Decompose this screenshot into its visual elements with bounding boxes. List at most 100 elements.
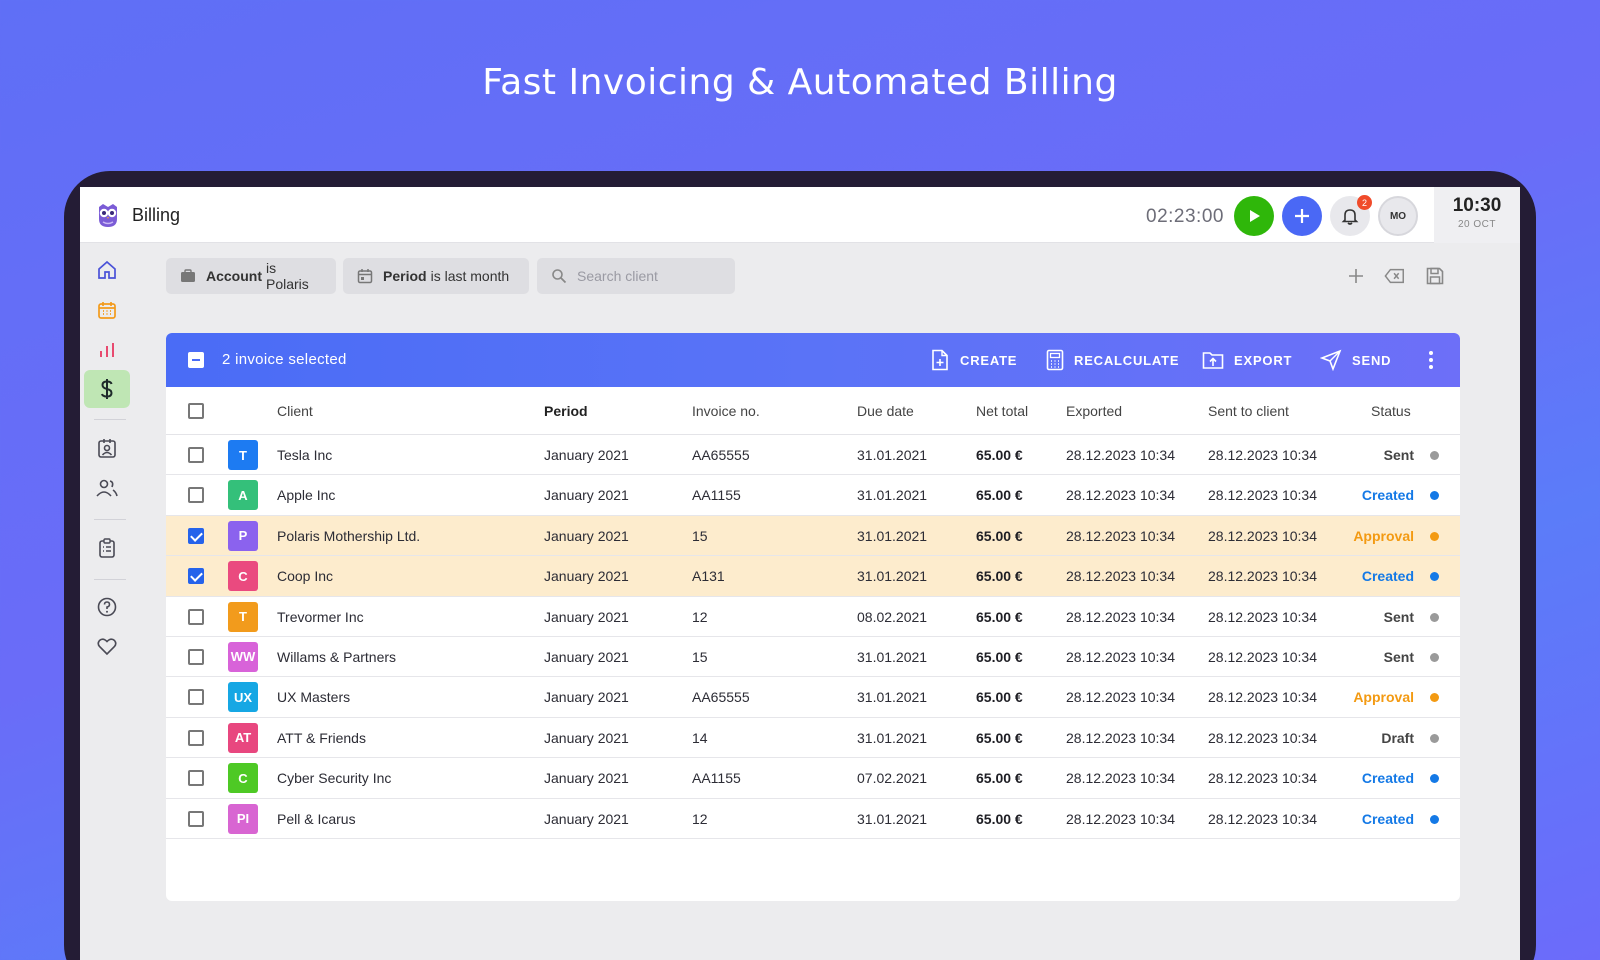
sidebar-item-contacts[interactable] bbox=[84, 429, 130, 467]
status-dot bbox=[1430, 774, 1439, 784]
table-row[interactable]: UX UX Masters January 2021 AA65555 31.01… bbox=[166, 677, 1460, 718]
exported-cell: 28.12.2023 10:34 bbox=[1066, 810, 1175, 827]
row-checkbox[interactable] bbox=[188, 810, 204, 827]
save-filter-button[interactable] bbox=[1424, 265, 1446, 287]
period-filter-chip[interactable]: Period is last month bbox=[343, 258, 529, 294]
more-actions-icon[interactable] bbox=[1426, 349, 1436, 371]
table-row[interactable]: C Coop Inc January 2021 A131 31.01.2021 … bbox=[166, 556, 1460, 597]
row-checkbox[interactable] bbox=[188, 770, 204, 787]
table-row[interactable]: PI Pell & Icarus January 2021 12 31.01.2… bbox=[166, 798, 1460, 839]
table-row[interactable]: AT ATT & Friends January 2021 14 31.01.2… bbox=[166, 717, 1460, 759]
row-checkbox[interactable] bbox=[188, 648, 204, 665]
row-checkbox[interactable] bbox=[188, 729, 204, 746]
client-name[interactable]: Apple Inc bbox=[277, 487, 335, 503]
client-name[interactable]: Coop Inc bbox=[277, 568, 333, 584]
status-label: Approval bbox=[1353, 527, 1414, 544]
clock-time: 10:30 bbox=[1452, 195, 1502, 216]
search-client-field[interactable]: Search client bbox=[537, 258, 735, 294]
clear-filters-button[interactable] bbox=[1384, 265, 1406, 287]
client-name[interactable]: Polaris Mothership Ltd. bbox=[277, 528, 420, 544]
status-label: Created bbox=[1361, 770, 1414, 787]
sent-to-client-cell: 28.12.2023 10:34 bbox=[1208, 447, 1317, 463]
sidebar-item-calendar[interactable] bbox=[84, 291, 130, 329]
table-row[interactable]: A Apple Inc January 2021 AA1155 31.01.20… bbox=[166, 475, 1460, 516]
column-header-period[interactable]: Period bbox=[544, 403, 588, 419]
table-row[interactable]: T Tesla Inc January 2021 AA65555 31.01.2… bbox=[166, 435, 1460, 476]
export-label: EXPORT bbox=[1234, 352, 1293, 368]
create-button[interactable]: CREATE bbox=[930, 349, 1017, 371]
due-date-cell: 31.01.2021 bbox=[857, 487, 928, 504]
sidebar-item-tasks[interactable] bbox=[84, 529, 130, 567]
table-header: Client Period Invoice no. Due date Net t… bbox=[166, 387, 1460, 435]
clock-widget: 10:30 20 OCT bbox=[1434, 187, 1520, 243]
status-label: Created bbox=[1361, 810, 1414, 827]
marketing-headline: Fast Invoicing & Automated Billing bbox=[482, 62, 1118, 103]
period-cell: January 2021 bbox=[544, 568, 629, 585]
row-checkbox[interactable] bbox=[188, 527, 204, 544]
send-icon bbox=[1320, 349, 1342, 371]
search-input[interactable]: Search client bbox=[577, 268, 658, 284]
client-name[interactable]: Cyber Security Inc bbox=[277, 770, 391, 786]
client-name[interactable]: ATT & Friends bbox=[277, 730, 366, 746]
client-avatar: WW bbox=[228, 641, 258, 672]
account-filter-label: Account bbox=[206, 268, 262, 284]
client-name[interactable]: Tesla Inc bbox=[277, 447, 332, 463]
save-icon bbox=[1426, 267, 1444, 285]
page-title: Billing bbox=[132, 205, 181, 225]
sidebar-item-users[interactable] bbox=[84, 469, 130, 507]
sidebar-item-billing[interactable] bbox=[84, 370, 130, 408]
row-checkbox[interactable] bbox=[188, 487, 204, 504]
column-header-exported[interactable]: Exported bbox=[1066, 403, 1122, 419]
column-header-sent-to-client[interactable]: Sent to client bbox=[1208, 403, 1289, 419]
sidebar-item-help[interactable] bbox=[84, 588, 130, 626]
table-row[interactable]: T Trevormer Inc January 2021 12 08.02.20… bbox=[166, 596, 1460, 637]
invoice-no-cell: A131 bbox=[692, 568, 725, 585]
net-total-cell: 65.00 € bbox=[976, 487, 1023, 504]
column-header-net-total[interactable]: Net total bbox=[976, 403, 1028, 419]
invoice-rows: T Tesla Inc January 2021 AA65555 31.01.2… bbox=[166, 435, 1460, 839]
status-label: Sent bbox=[1383, 648, 1414, 665]
add-filter-button[interactable] bbox=[1345, 265, 1367, 287]
user-avatar[interactable]: MO bbox=[1378, 196, 1418, 236]
period-cell: January 2021 bbox=[544, 729, 629, 746]
invoice-no-cell: AA65555 bbox=[692, 447, 750, 463]
client-name[interactable]: Pell & Icarus bbox=[277, 811, 356, 827]
row-checkbox[interactable] bbox=[188, 447, 204, 463]
period-cell: January 2021 bbox=[544, 810, 629, 827]
column-header-client[interactable]: Client bbox=[277, 403, 313, 419]
row-checkbox[interactable] bbox=[188, 568, 204, 585]
deselect-all-checkbox[interactable] bbox=[188, 352, 204, 368]
users-icon bbox=[96, 479, 118, 497]
sidebar-item-favorites[interactable] bbox=[84, 627, 130, 665]
sidebar-item-home[interactable] bbox=[84, 251, 130, 289]
net-total-cell: 65.00 € bbox=[976, 608, 1023, 625]
net-total-cell: 65.00 € bbox=[976, 810, 1023, 827]
due-date-cell: 31.01.2021 bbox=[857, 447, 928, 463]
due-date-cell: 31.01.2021 bbox=[857, 810, 928, 827]
add-button[interactable] bbox=[1282, 196, 1322, 236]
period-cell: January 2021 bbox=[544, 608, 629, 625]
start-timer-button[interactable] bbox=[1234, 196, 1274, 236]
column-header-status[interactable]: Status bbox=[1371, 403, 1411, 419]
table-row[interactable]: P Polaris Mothership Ltd. January 2021 1… bbox=[166, 515, 1460, 557]
row-checkbox[interactable] bbox=[188, 608, 204, 625]
table-row[interactable]: C Cyber Security Inc January 2021 AA1155… bbox=[166, 758, 1460, 799]
backspace-icon bbox=[1384, 268, 1404, 284]
export-button[interactable]: EXPORT bbox=[1202, 349, 1292, 371]
status-dot bbox=[1430, 572, 1439, 582]
client-name[interactable]: Trevormer Inc bbox=[277, 609, 364, 625]
heart-icon bbox=[97, 638, 117, 656]
table-row[interactable]: WW Willams & Partners January 2021 15 31… bbox=[166, 636, 1460, 678]
client-name[interactable]: Willams & Partners bbox=[277, 649, 396, 665]
client-name[interactable]: UX Masters bbox=[277, 689, 350, 705]
select-all-checkbox[interactable] bbox=[188, 403, 204, 419]
row-checkbox[interactable] bbox=[188, 689, 204, 706]
column-header-due-date[interactable]: Due date bbox=[857, 403, 914, 419]
sidebar-item-reports[interactable] bbox=[84, 331, 130, 369]
period-cell: January 2021 bbox=[544, 447, 629, 463]
column-header-invoice-no[interactable]: Invoice no. bbox=[692, 403, 760, 419]
account-filter-chip[interactable]: Account is Polaris bbox=[166, 258, 336, 294]
recalculate-button[interactable]: RECALCULATE bbox=[1046, 349, 1179, 371]
send-button[interactable]: SEND bbox=[1320, 349, 1391, 371]
due-date-cell: 31.01.2021 bbox=[857, 648, 928, 665]
